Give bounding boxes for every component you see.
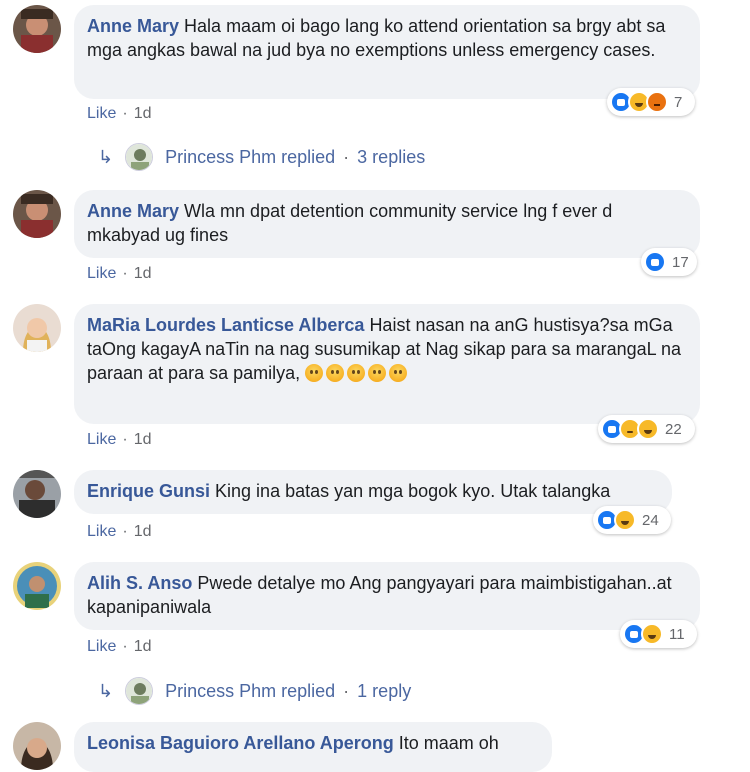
timestamp[interactable]: 1d: [134, 431, 152, 448]
reaction-count: 7: [674, 93, 683, 111]
reply-avatar: [125, 143, 154, 171]
like-button[interactable]: Like: [87, 638, 116, 655]
avatar[interactable]: [13, 304, 61, 352]
reply-avatar: [125, 677, 154, 705]
like-button[interactable]: Like: [87, 523, 116, 540]
crying-face-emoji: [368, 364, 387, 382]
separator: ·: [343, 146, 350, 167]
like-icon: [644, 251, 666, 273]
haha-icon: [637, 418, 659, 440]
comment-bubble: Leonisa Baguioro Arellano Aperong Ito ma…: [74, 722, 552, 772]
timestamp[interactable]: 1d: [134, 105, 152, 122]
comment-actions: Like · 1d: [87, 265, 151, 283]
reaction-count: 24: [642, 511, 659, 529]
avatar[interactable]: [13, 562, 61, 610]
comment-text: King ina batas yan mga bogok kyo. Utak t…: [215, 481, 611, 501]
comment-author[interactable]: Enrique Gunsi: [87, 481, 210, 501]
comment-author[interactable]: MaRia Lourdes Lanticse Alberca: [87, 315, 364, 335]
avatar[interactable]: [13, 190, 61, 238]
replies-count[interactable]: 3 replies: [357, 147, 425, 168]
comment-author[interactable]: Leonisa Baguioro Arellano Aperong: [87, 733, 394, 753]
separator: ·: [122, 105, 128, 122]
comment-bubble: MaRia Lourdes Lanticse Alberca Haist nas…: [74, 304, 700, 424]
haha-icon: [614, 509, 636, 531]
comment-author[interactable]: Alih S. Anso: [87, 573, 192, 593]
reaction-count: 11: [669, 625, 685, 643]
separator: ·: [122, 265, 128, 282]
reactions-summary[interactable]: 11: [620, 620, 697, 648]
crying-face-emoji: [389, 364, 408, 382]
haha-icon: [641, 623, 663, 645]
like-button[interactable]: Like: [87, 105, 116, 122]
separator: ·: [122, 431, 128, 448]
crying-face-emoji: [305, 364, 324, 382]
comment-actions: Like · 1d: [87, 523, 151, 541]
view-replies[interactable]: ↳ Princess Phm replied · 3 replies: [98, 143, 425, 171]
crying-face-emoji: [326, 364, 345, 382]
reaction-count: 17: [672, 253, 689, 271]
comment-actions: Like · 1d: [87, 638, 151, 656]
replies-author[interactable]: Princess Phm replied: [165, 147, 335, 168]
reactions-summary[interactable]: 24: [593, 506, 671, 534]
replies-author[interactable]: Princess Phm replied: [165, 681, 335, 702]
angry-icon: [646, 91, 668, 113]
reactions-summary[interactable]: 7: [607, 88, 695, 116]
like-button[interactable]: Like: [87, 265, 116, 282]
reaction-count: 22: [665, 420, 682, 438]
avatar[interactable]: [13, 5, 61, 53]
separator: ·: [343, 680, 350, 701]
crying-face-emoji: [347, 364, 366, 382]
comment-author[interactable]: Anne Mary: [87, 201, 179, 221]
reply-arrow-icon: ↳: [98, 680, 114, 701]
comment-bubble: Enrique Gunsi King ina batas yan mga bog…: [74, 470, 672, 514]
avatar[interactable]: [13, 470, 61, 518]
separator: ·: [122, 638, 128, 655]
reactions-summary[interactable]: 22: [598, 415, 695, 443]
view-replies[interactable]: ↳ Princess Phm replied · 1 reply: [98, 677, 411, 705]
comment-actions: Like · 1d: [87, 105, 151, 123]
comment-actions: Like · 1d: [87, 431, 151, 449]
comment-bubble: Anne Mary Wla mn dpat detention communit…: [74, 190, 700, 258]
comment-bubble: Anne Mary Hala maam oi bago lang ko atte…: [74, 5, 700, 99]
separator: ·: [122, 523, 128, 540]
comment-author[interactable]: Anne Mary: [87, 16, 179, 36]
replies-count[interactable]: 1 reply: [357, 681, 411, 702]
reply-arrow-icon: ↳: [98, 146, 114, 167]
timestamp[interactable]: 1d: [134, 523, 152, 540]
comment-text: Ito maam oh: [398, 733, 499, 753]
timestamp[interactable]: 1d: [134, 265, 152, 282]
comment-bubble: Alih S. Anso Pwede detalye mo Ang pangya…: [74, 562, 700, 630]
timestamp[interactable]: 1d: [134, 638, 152, 655]
reactions-summary[interactable]: 17: [641, 248, 697, 276]
like-button[interactable]: Like: [87, 431, 116, 448]
